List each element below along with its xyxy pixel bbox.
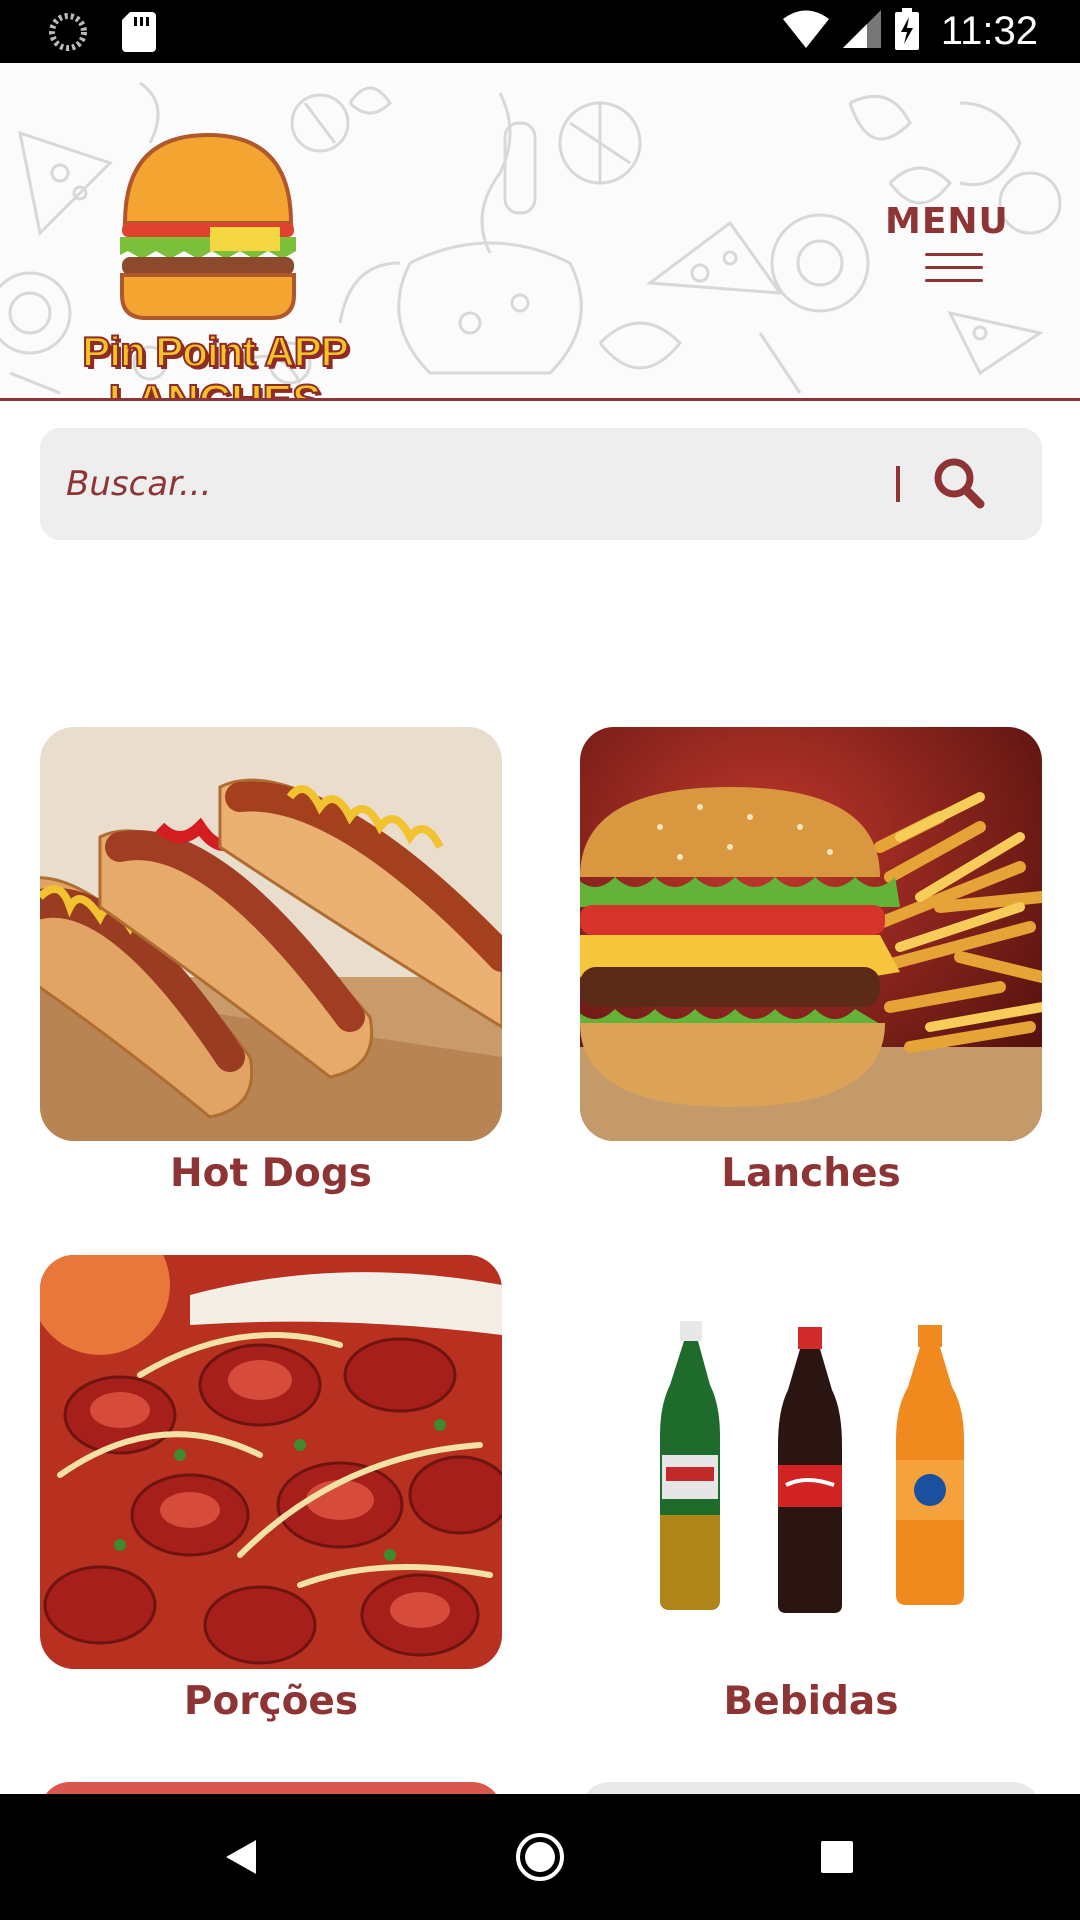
status-bar: 11:32 bbox=[0, 0, 1080, 63]
sd-card-icon bbox=[122, 12, 156, 56]
search-input[interactable] bbox=[66, 454, 886, 514]
back-button[interactable] bbox=[210, 1824, 276, 1890]
app-header: Pin Point APP LANCHES MENU bbox=[0, 63, 1080, 401]
spinner-icon bbox=[48, 12, 88, 56]
search-icon bbox=[934, 458, 985, 509]
porcoes-image bbox=[40, 1255, 502, 1669]
category-label: Bebidas bbox=[723, 1679, 899, 1724]
burger-logo-icon bbox=[120, 132, 296, 320]
hot-dogs-image bbox=[40, 727, 502, 1141]
logo-line-1: Pin Point APP bbox=[81, 327, 349, 376]
home-button[interactable] bbox=[507, 1824, 573, 1890]
home-icon bbox=[516, 1833, 564, 1881]
recents-button[interactable] bbox=[804, 1824, 870, 1890]
category-label: Porções bbox=[183, 1679, 359, 1724]
battery-charging-icon bbox=[894, 8, 919, 54]
search-divider bbox=[896, 466, 900, 502]
category-label: Lanches bbox=[721, 1151, 901, 1196]
menu-button[interactable]: MENU bbox=[885, 201, 1015, 291]
signal-icon bbox=[842, 10, 881, 52]
lanches-image bbox=[580, 727, 1042, 1141]
navigation-bar bbox=[0, 1794, 1080, 1920]
search-bar bbox=[40, 428, 1042, 540]
search-button[interactable] bbox=[924, 450, 994, 516]
status-time: 11:32 bbox=[940, 8, 1038, 53]
bebidas-image bbox=[580, 1255, 1042, 1669]
back-icon bbox=[226, 1840, 256, 1874]
app-logo: Pin Point APP LANCHES bbox=[60, 123, 370, 398]
wifi-icon bbox=[782, 10, 829, 52]
menu-label: MENU bbox=[885, 201, 1009, 242]
logo-line-2: LANCHES bbox=[108, 375, 323, 401]
category-label: Hot Dogs bbox=[170, 1151, 372, 1196]
hamburger-icon bbox=[925, 253, 983, 292]
recents-icon bbox=[821, 1841, 853, 1873]
